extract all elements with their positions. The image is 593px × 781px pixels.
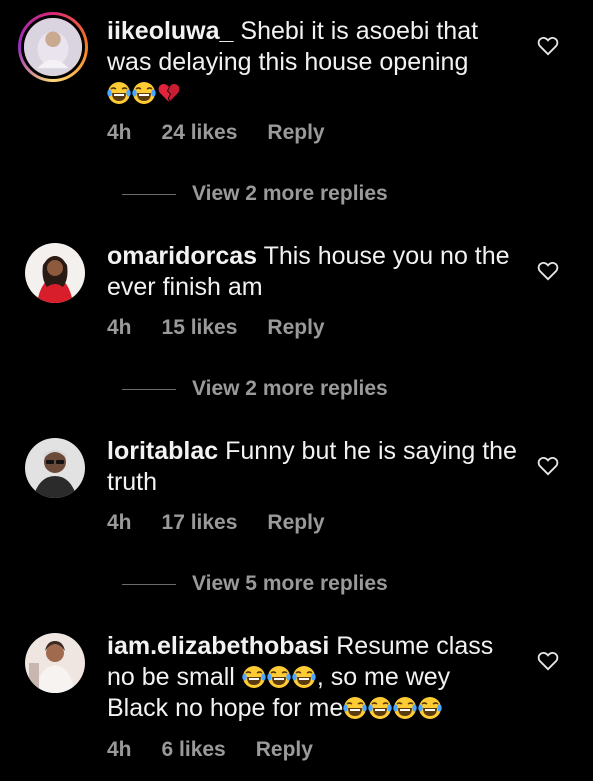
face-with-tears-of-joy-icon (418, 696, 442, 720)
avatar-photo-icon (24, 18, 82, 76)
divider (122, 388, 176, 390)
face-with-tears-of-joy-icon (107, 81, 131, 105)
view-more-label: View 2 more replies (192, 182, 388, 205)
divider (122, 193, 176, 195)
comment-meta: 4h 6 likes Reply (107, 738, 343, 762)
comment-username[interactable]: iam.elizabethobasi (107, 632, 329, 660)
comment-text: iam.elizabethobasi Resume class no be sm… (107, 631, 517, 724)
face-with-tears-of-joy-icon (343, 696, 367, 720)
view-more-replies[interactable]: View 2 more replies (122, 377, 388, 401)
comment-likes[interactable]: 15 likes (162, 316, 238, 340)
reply-button[interactable]: Reply (267, 316, 324, 340)
comment-likes[interactable]: 17 likes (162, 511, 238, 535)
face-with-tears-of-joy-icon (393, 696, 417, 720)
comment-username[interactable]: iikeoluwa_ (107, 17, 233, 45)
reply-button[interactable]: Reply (267, 511, 324, 535)
face-with-tears-of-joy-icon (267, 665, 291, 689)
comment-text: loritablac Funny but he is saying the tr… (107, 436, 517, 498)
avatar-photo-icon (25, 633, 85, 693)
face-with-tears-of-joy-icon (242, 665, 266, 689)
comment-username[interactable]: omaridorcas (107, 242, 257, 270)
comment-likes[interactable]: 24 likes (162, 121, 238, 145)
comment-likes[interactable]: 6 likes (162, 738, 226, 762)
avatar-story-ring[interactable] (18, 12, 88, 82)
comment-time: 4h (107, 511, 132, 534)
view-more-replies[interactable]: View 5 more replies (122, 572, 388, 596)
view-more-label: View 2 more replies (192, 377, 388, 400)
comment-text: omaridorcas This house you no the ever f… (107, 241, 517, 303)
avatar (21, 15, 85, 79)
face-with-tears-of-joy-icon (132, 81, 156, 105)
comment-text: iikeoluwa_ Shebi it is asoebi that was d… (107, 16, 517, 109)
divider (122, 583, 176, 585)
broken-heart-icon (157, 81, 181, 105)
comment-time: 4h (107, 738, 132, 761)
comment-time: 4h (107, 121, 132, 144)
avatar-photo-icon (25, 243, 85, 303)
face-with-tears-of-joy-icon (368, 696, 392, 720)
view-more-label: View 5 more replies (192, 572, 388, 595)
comment-time: 4h (107, 316, 132, 339)
like-heart-icon[interactable] (537, 456, 559, 476)
avatar[interactable] (25, 438, 85, 498)
like-heart-icon[interactable] (537, 651, 559, 671)
avatar-photo-icon (25, 438, 85, 498)
view-more-replies[interactable]: View 2 more replies (122, 182, 388, 206)
like-heart-icon[interactable] (537, 261, 559, 281)
comment-meta: 4h 15 likes Reply (107, 316, 355, 340)
comment-username[interactable]: loritablac (107, 437, 218, 465)
like-heart-icon[interactable] (537, 36, 559, 56)
comment-meta: 4h 17 likes Reply (107, 511, 355, 535)
reply-button[interactable]: Reply (267, 121, 324, 145)
reply-button[interactable]: Reply (256, 738, 313, 762)
face-with-tears-of-joy-icon (292, 665, 316, 689)
comment-meta: 4h 24 likes Reply (107, 121, 355, 145)
avatar[interactable] (25, 633, 85, 693)
avatar[interactable] (25, 243, 85, 303)
